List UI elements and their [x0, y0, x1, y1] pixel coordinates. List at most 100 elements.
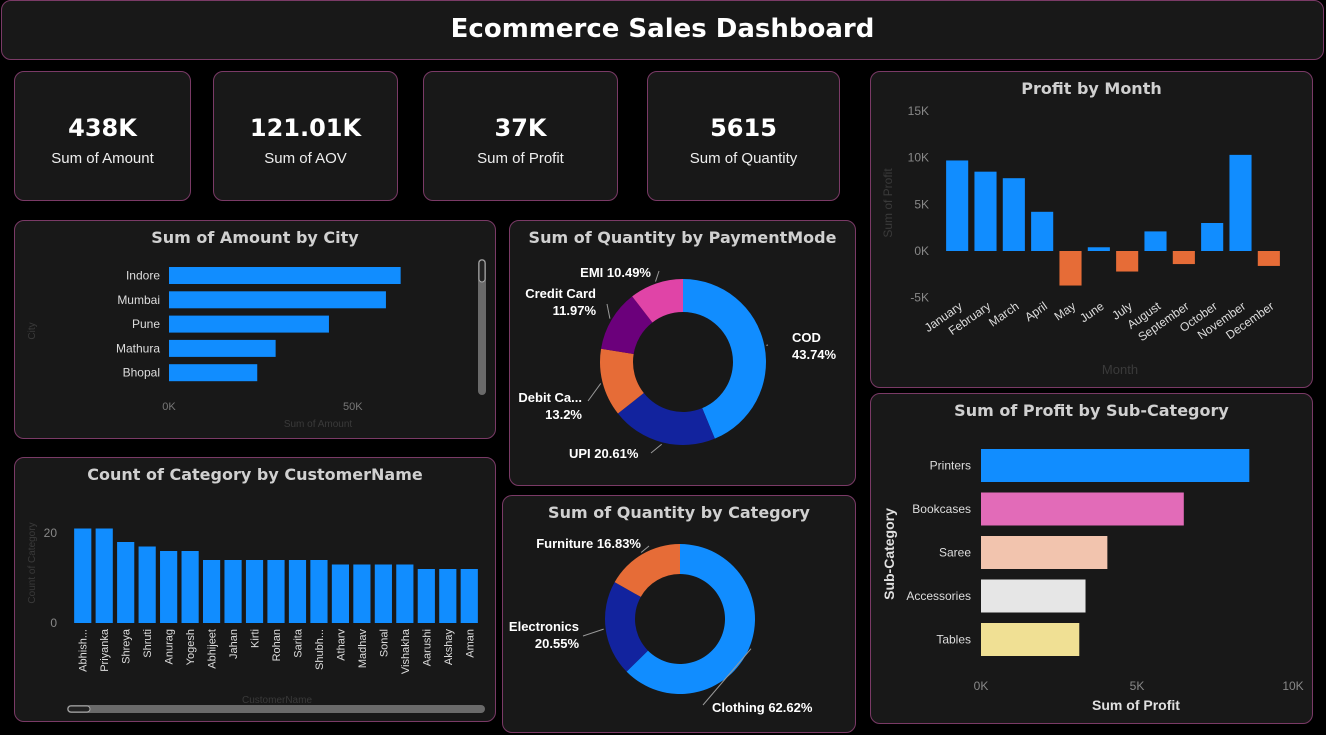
x-tick-label: Abhish... [78, 629, 90, 672]
profit-by-subcategory-panel[interactable]: Sum of Profit by Sub-Category Printers Bo… [870, 393, 1313, 724]
data-label: Furniture 16.83% [536, 536, 641, 551]
bar [981, 492, 1184, 526]
bar [981, 579, 1086, 613]
kpi-card-profit[interactable]: 37K Sum of Profit [423, 71, 618, 201]
bar [439, 569, 457, 623]
kpi-label: Sum of Profit [477, 150, 564, 167]
bar [1144, 231, 1167, 251]
scrollbar-thumb [478, 259, 486, 283]
bar [1031, 211, 1054, 251]
leader-line [650, 443, 662, 454]
scrollbar [67, 705, 485, 713]
data-label: 20.55% [535, 636, 580, 651]
count-by-customer-chart: 0 20 Abhish... Priyanka Shreya Shruti Anurag Yo… [27, 522, 485, 713]
profit-by-month-panel[interactable]: Profit by Month -5K 0K 5K 10K 15K January Febr… [870, 71, 1313, 388]
y-tick-label: Accessories [906, 589, 971, 603]
data-label: UPI 20.61% [569, 446, 639, 461]
bar [169, 364, 258, 382]
y-tick-label: Mumbai [117, 293, 160, 307]
y-tick-label: 5K [914, 197, 929, 211]
kpi-card-quantity[interactable]: 5615 Sum of Quantity [647, 71, 840, 201]
y-axis-title: Sum of Profit [881, 168, 895, 238]
bar [946, 160, 969, 251]
x-tick-label: 0K [162, 401, 176, 413]
bar [202, 560, 221, 623]
profit-by-subcategory-chart: Printers Bookcases Saree Accessories Tables 0… [881, 449, 1304, 713]
scrollbar-thumb [67, 705, 91, 713]
bar [374, 564, 392, 623]
quantity-by-category-chart: Clothing 62.62% Electronics 20.55% Furnitur… [509, 536, 813, 715]
leader-line [582, 628, 604, 637]
bar [169, 315, 329, 333]
kpi-value: 438K [68, 114, 137, 142]
x-tick-label: Shubh... [314, 629, 326, 670]
data-label: 13.2% [545, 407, 582, 422]
x-tick-label: June [1077, 299, 1107, 326]
kpi-card-amount[interactable]: 438K Sum of Amount [14, 71, 191, 201]
kpi-label: Sum of AOV [264, 150, 347, 167]
bar [981, 536, 1108, 569]
x-tick-label: March [986, 299, 1021, 330]
data-label: COD [792, 330, 821, 345]
dashboard-title: Ecommerce Sales Dashboard [450, 14, 875, 44]
bar [1172, 251, 1195, 265]
y-tick-label: Saree [939, 546, 971, 560]
profit-by-month-chart: -5K0K5K10K15KJanuaryFebruaryMarch April Ma… [881, 104, 1280, 377]
bar [245, 560, 264, 623]
y-tick-label: -5K [910, 291, 929, 305]
x-tick-label: Aman [464, 629, 476, 658]
data-label: Credit Card [525, 286, 596, 301]
bar [181, 551, 199, 623]
y-tick-label: 0K [914, 244, 929, 258]
bar [331, 564, 350, 623]
quantity-by-payment-panel[interactable]: Sum of Quantity by PaymentMode COD 43.74%… [509, 220, 856, 486]
chart-title: Sum of Profit by Sub-Category [954, 401, 1229, 420]
x-tick-label: Sarita [292, 628, 304, 658]
chart-title: Profit by Month [1021, 79, 1162, 98]
bar [117, 542, 135, 623]
bar [1059, 251, 1082, 286]
x-axis-title: Month [1102, 362, 1138, 377]
amount-by-city-chart: Indore Mumbai Pune Mathura Bhopal 0K 50K Sum of… [27, 259, 486, 430]
kpi-value: 5615 [710, 114, 777, 142]
kpi-card-aov[interactable]: 121.01K Sum of AOV [213, 71, 398, 201]
bar [1087, 247, 1110, 251]
x-tick-label: Vishakha [400, 628, 412, 674]
bar [169, 291, 386, 309]
x-tick-label: April [1022, 299, 1050, 324]
chart-title: Sum of Quantity by Category [548, 503, 810, 522]
x-tick-label: 0K [974, 679, 989, 693]
y-tick-label: Bookcases [912, 502, 971, 516]
x-tick-label: Jahan [228, 629, 240, 659]
x-tick-label: Akshay [443, 629, 455, 666]
bar [981, 449, 1250, 482]
chart-title: Sum of Quantity by PaymentMode [528, 228, 837, 247]
bar [981, 623, 1080, 656]
kpi-value: 37K [494, 114, 547, 142]
amount-by-city-panel[interactable]: Sum of Amount by City Indore Mumbai Pune Ma… [14, 220, 496, 439]
x-tick-label: Yogesh [185, 629, 197, 665]
data-label: EMI 10.49% [580, 265, 651, 280]
y-tick-label: Bhopal [123, 366, 160, 380]
bar [288, 560, 307, 623]
bar [396, 564, 414, 623]
data-label: Clothing 62.62% [712, 700, 813, 715]
bar [1257, 251, 1280, 266]
bar [460, 569, 478, 623]
x-tick-label: 5K [1130, 679, 1145, 693]
y-axis-title: Count of Category [27, 522, 38, 603]
bar [1201, 223, 1224, 251]
y-tick-label: Tables [936, 633, 971, 647]
kpi-label: Sum of Amount [51, 150, 154, 167]
x-tick-label: Madhav [357, 629, 369, 669]
kpi-value: 121.01K [249, 114, 362, 142]
y-axis-title: City [27, 322, 38, 339]
count-by-customer-panel[interactable]: Count of Category by CustomerName 0 20 Abh… [14, 457, 496, 722]
quantity-by-category-panel[interactable]: Sum of Quantity by Category Clothing 62.… [502, 495, 856, 733]
bar [224, 560, 242, 623]
x-axis-title: Sum of Profit [1092, 697, 1180, 713]
y-tick-label: Printers [930, 459, 971, 473]
bar [169, 267, 401, 284]
y-tick-label: Indore [126, 269, 160, 283]
bar [267, 560, 285, 623]
